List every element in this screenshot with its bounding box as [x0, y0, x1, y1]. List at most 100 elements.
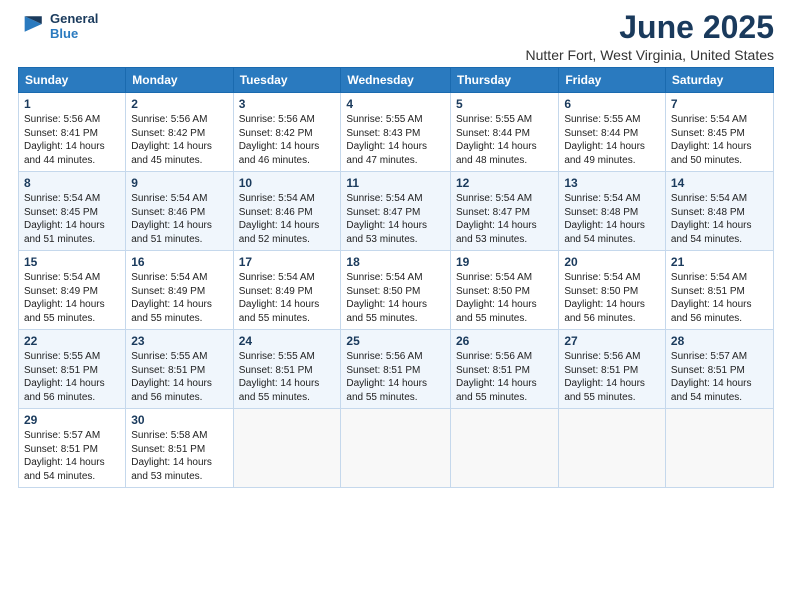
day-info: Sunrise: 5:54 AMSunset: 8:45 PMDaylight:… — [671, 114, 752, 166]
day-info: Sunrise: 5:54 AMSunset: 8:49 PMDaylight:… — [131, 272, 212, 324]
logo-general: General — [50, 12, 98, 27]
subtitle: Nutter Fort, West Virginia, United State… — [526, 47, 774, 63]
day-number: 28 — [671, 334, 768, 348]
day-info: Sunrise: 5:56 AMSunset: 8:41 PMDaylight:… — [24, 114, 105, 166]
table-row: 17 Sunrise: 5:54 AMSunset: 8:49 PMDaylig… — [233, 251, 341, 330]
table-row: 12 Sunrise: 5:54 AMSunset: 8:47 PMDaylig… — [450, 172, 558, 251]
day-info: Sunrise: 5:56 AMSunset: 8:51 PMDaylight:… — [346, 351, 427, 403]
table-row: 24 Sunrise: 5:55 AMSunset: 8:51 PMDaylig… — [233, 330, 341, 409]
table-row: 4 Sunrise: 5:55 AMSunset: 8:43 PMDayligh… — [341, 93, 451, 172]
day-info: Sunrise: 5:54 AMSunset: 8:45 PMDaylight:… — [24, 193, 105, 245]
day-number: 26 — [456, 334, 553, 348]
day-info: Sunrise: 5:55 AMSunset: 8:51 PMDaylight:… — [24, 351, 105, 403]
logo-icon — [20, 10, 48, 38]
table-row: 5 Sunrise: 5:55 AMSunset: 8:44 PMDayligh… — [450, 93, 558, 172]
day-info: Sunrise: 5:57 AMSunset: 8:51 PMDaylight:… — [24, 430, 105, 482]
day-info: Sunrise: 5:54 AMSunset: 8:50 PMDaylight:… — [456, 272, 537, 324]
table-row: 1 Sunrise: 5:56 AMSunset: 8:41 PMDayligh… — [19, 93, 126, 172]
table-row: 18 Sunrise: 5:54 AMSunset: 8:50 PMDaylig… — [341, 251, 451, 330]
day-info: Sunrise: 5:54 AMSunset: 8:48 PMDaylight:… — [671, 193, 752, 245]
day-info: Sunrise: 5:54 AMSunset: 8:49 PMDaylight:… — [239, 272, 320, 324]
col-saturday: Saturday — [665, 68, 773, 93]
col-friday: Friday — [559, 68, 666, 93]
day-number: 10 — [239, 176, 336, 190]
logo-blue: Blue — [50, 27, 98, 42]
page: General Blue June 2025 Nutter Fort, West… — [0, 0, 792, 612]
day-number: 15 — [24, 255, 120, 269]
day-info: Sunrise: 5:54 AMSunset: 8:46 PMDaylight:… — [239, 193, 320, 245]
day-number: 24 — [239, 334, 336, 348]
day-info: Sunrise: 5:54 AMSunset: 8:48 PMDaylight:… — [564, 193, 645, 245]
table-row: 6 Sunrise: 5:55 AMSunset: 8:44 PMDayligh… — [559, 93, 666, 172]
day-info: Sunrise: 5:56 AMSunset: 8:51 PMDaylight:… — [456, 351, 537, 403]
day-number: 2 — [131, 97, 227, 111]
table-row: 19 Sunrise: 5:54 AMSunset: 8:50 PMDaylig… — [450, 251, 558, 330]
day-info: Sunrise: 5:55 AMSunset: 8:43 PMDaylight:… — [346, 114, 427, 166]
day-number: 18 — [346, 255, 445, 269]
day-info: Sunrise: 5:56 AMSunset: 8:51 PMDaylight:… — [564, 351, 645, 403]
table-row: 13 Sunrise: 5:54 AMSunset: 8:48 PMDaylig… — [559, 172, 666, 251]
table-row: 21 Sunrise: 5:54 AMSunset: 8:51 PMDaylig… — [665, 251, 773, 330]
header: General Blue June 2025 Nutter Fort, West… — [18, 10, 774, 63]
table-row: 23 Sunrise: 5:55 AMSunset: 8:51 PMDaylig… — [126, 330, 233, 409]
table-row — [559, 409, 666, 488]
table-row: 14 Sunrise: 5:54 AMSunset: 8:48 PMDaylig… — [665, 172, 773, 251]
table-row: 15 Sunrise: 5:54 AMSunset: 8:49 PMDaylig… — [19, 251, 126, 330]
day-info: Sunrise: 5:56 AMSunset: 8:42 PMDaylight:… — [239, 114, 320, 166]
day-info: Sunrise: 5:54 AMSunset: 8:47 PMDaylight:… — [456, 193, 537, 245]
day-info: Sunrise: 5:54 AMSunset: 8:50 PMDaylight:… — [564, 272, 645, 324]
calendar-header-row: Sunday Monday Tuesday Wednesday Thursday… — [19, 68, 774, 93]
table-row: 22 Sunrise: 5:55 AMSunset: 8:51 PMDaylig… — [19, 330, 126, 409]
day-number: 21 — [671, 255, 768, 269]
day-number: 5 — [456, 97, 553, 111]
table-row: 20 Sunrise: 5:54 AMSunset: 8:50 PMDaylig… — [559, 251, 666, 330]
day-number: 3 — [239, 97, 336, 111]
col-thursday: Thursday — [450, 68, 558, 93]
day-number: 27 — [564, 334, 660, 348]
day-number: 9 — [131, 176, 227, 190]
day-number: 16 — [131, 255, 227, 269]
day-number: 29 — [24, 413, 120, 427]
day-number: 22 — [24, 334, 120, 348]
day-number: 7 — [671, 97, 768, 111]
day-number: 1 — [24, 97, 120, 111]
table-row: 7 Sunrise: 5:54 AMSunset: 8:45 PMDayligh… — [665, 93, 773, 172]
day-number: 6 — [564, 97, 660, 111]
col-wednesday: Wednesday — [341, 68, 451, 93]
table-row: 3 Sunrise: 5:56 AMSunset: 8:42 PMDayligh… — [233, 93, 341, 172]
calendar-table: Sunday Monday Tuesday Wednesday Thursday… — [18, 67, 774, 488]
table-row: 16 Sunrise: 5:54 AMSunset: 8:49 PMDaylig… — [126, 251, 233, 330]
day-number: 19 — [456, 255, 553, 269]
table-row — [341, 409, 451, 488]
table-row: 27 Sunrise: 5:56 AMSunset: 8:51 PMDaylig… — [559, 330, 666, 409]
day-number: 13 — [564, 176, 660, 190]
table-row — [665, 409, 773, 488]
day-info: Sunrise: 5:55 AMSunset: 8:44 PMDaylight:… — [564, 114, 645, 166]
title-block: June 2025 Nutter Fort, West Virginia, Un… — [526, 10, 774, 63]
table-row: 8 Sunrise: 5:54 AMSunset: 8:45 PMDayligh… — [19, 172, 126, 251]
day-info: Sunrise: 5:54 AMSunset: 8:46 PMDaylight:… — [131, 193, 212, 245]
day-number: 30 — [131, 413, 227, 427]
table-row: 2 Sunrise: 5:56 AMSunset: 8:42 PMDayligh… — [126, 93, 233, 172]
day-info: Sunrise: 5:54 AMSunset: 8:50 PMDaylight:… — [346, 272, 427, 324]
main-title: June 2025 — [526, 10, 774, 45]
logo: General Blue — [18, 10, 98, 43]
day-info: Sunrise: 5:58 AMSunset: 8:51 PMDaylight:… — [131, 430, 212, 482]
col-monday: Monday — [126, 68, 233, 93]
table-row: 26 Sunrise: 5:56 AMSunset: 8:51 PMDaylig… — [450, 330, 558, 409]
table-row — [450, 409, 558, 488]
day-number: 14 — [671, 176, 768, 190]
col-tuesday: Tuesday — [233, 68, 341, 93]
day-number: 11 — [346, 176, 445, 190]
day-number: 20 — [564, 255, 660, 269]
table-row: 30 Sunrise: 5:58 AMSunset: 8:51 PMDaylig… — [126, 409, 233, 488]
table-row: 9 Sunrise: 5:54 AMSunset: 8:46 PMDayligh… — [126, 172, 233, 251]
table-row: 25 Sunrise: 5:56 AMSunset: 8:51 PMDaylig… — [341, 330, 451, 409]
table-row: 29 Sunrise: 5:57 AMSunset: 8:51 PMDaylig… — [19, 409, 126, 488]
day-number: 17 — [239, 255, 336, 269]
day-info: Sunrise: 5:56 AMSunset: 8:42 PMDaylight:… — [131, 114, 212, 166]
day-number: 25 — [346, 334, 445, 348]
day-number: 23 — [131, 334, 227, 348]
day-info: Sunrise: 5:55 AMSunset: 8:51 PMDaylight:… — [239, 351, 320, 403]
day-info: Sunrise: 5:57 AMSunset: 8:51 PMDaylight:… — [671, 351, 752, 403]
